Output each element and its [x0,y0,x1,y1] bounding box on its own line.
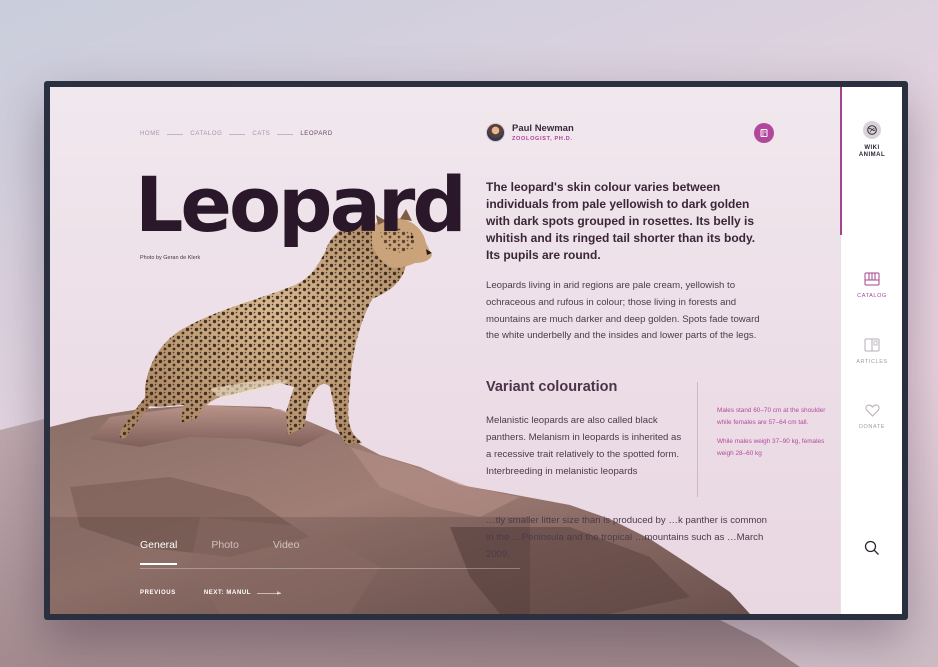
breadcrumb-cats[interactable]: CATS [252,131,270,137]
breadcrumb-current: LEOPARD [300,131,333,137]
breadcrumb-home[interactable]: HOME [140,131,160,137]
article-paragraph: …tly smaller litter size than is produce… [486,515,767,560]
tabs-divider [140,568,520,569]
breadcrumb: HOME CATALOG CATS LEOPARD [140,131,333,137]
pager: PREVIOUS NEXT: MANUL [140,590,282,596]
sidebar-item-label: DONATE [858,424,886,430]
side-note: Males stand 60–70 cm at the shoulder whi… [717,407,826,426]
bookmark-icon [760,129,768,137]
avatar[interactable] [486,123,505,142]
breadcrumb-separator [277,133,294,135]
breadcrumb-separator [229,133,246,135]
breadcrumb-catalog[interactable]: CATALOG [190,131,222,137]
article-lead: The leopard's skin colour varies between… [486,180,756,262]
sidebar: WIKI ANIMAL CATALOG ARTICLES DONATE [840,87,902,614]
author-info: Paul Newman ZOOLOGIST, PH.D. [512,123,574,142]
bookmark-button[interactable] [754,123,774,143]
brand[interactable]: WIKI ANIMAL [841,121,902,159]
articles-icon [864,338,880,352]
next-link[interactable]: NEXT: MANUL [204,590,251,596]
sidebar-item-donate[interactable]: DONATE [841,404,902,430]
author-role: ZOOLOGIST, PH.D. [512,136,573,142]
content-tabs: General Photo Video [140,539,299,565]
tab-general[interactable]: General [140,539,178,565]
search-button[interactable] [864,540,880,556]
article-paragraph: Leopards living in arid regions are pale… [486,280,760,342]
author-name: Paul Newman [512,123,574,134]
device-frame: Leopard HOME CATALOG CATS LEOPARD Photo … [44,81,908,620]
page-title: Leopard [135,160,467,249]
side-notes: Males stand 60–70 cm at the shoulder whi… [717,405,827,467]
sidebar-item-label: ARTICLES [856,359,888,365]
tab-video[interactable]: Video [273,539,300,565]
catalog-icon [864,272,880,286]
article-paragraph: Melanistic leopards are also called blac… [486,415,682,477]
app-screen: Leopard HOME CATALOG CATS LEOPARD Photo … [50,87,902,614]
tab-photo[interactable]: Photo [211,539,238,565]
main-content: Leopard HOME CATALOG CATS LEOPARD Photo … [50,87,840,614]
divider [697,382,698,497]
breadcrumb-separator [167,133,184,135]
author-block[interactable]: Paul Newman ZOOLOGIST, PH.D. [486,123,574,142]
search-icon [864,540,879,555]
sidebar-active-indicator [840,87,842,235]
heart-icon [864,404,880,417]
section-heading: Variant colouration [486,379,618,395]
sidebar-item-catalog[interactable]: CATALOG [841,272,902,299]
sidebar-item-label: CATALOG [857,293,887,299]
arrow-right-icon [257,590,282,595]
side-note: While males weigh 37–90 kg, females weig… [717,438,825,457]
sidebar-item-articles[interactable]: ARTICLES [841,338,902,365]
logo-icon [863,121,881,139]
previous-link[interactable]: PREVIOUS [140,590,176,596]
brand-name: WIKI ANIMAL [858,145,886,158]
photo-credit: Photo by Geran de Klerk [140,255,201,261]
